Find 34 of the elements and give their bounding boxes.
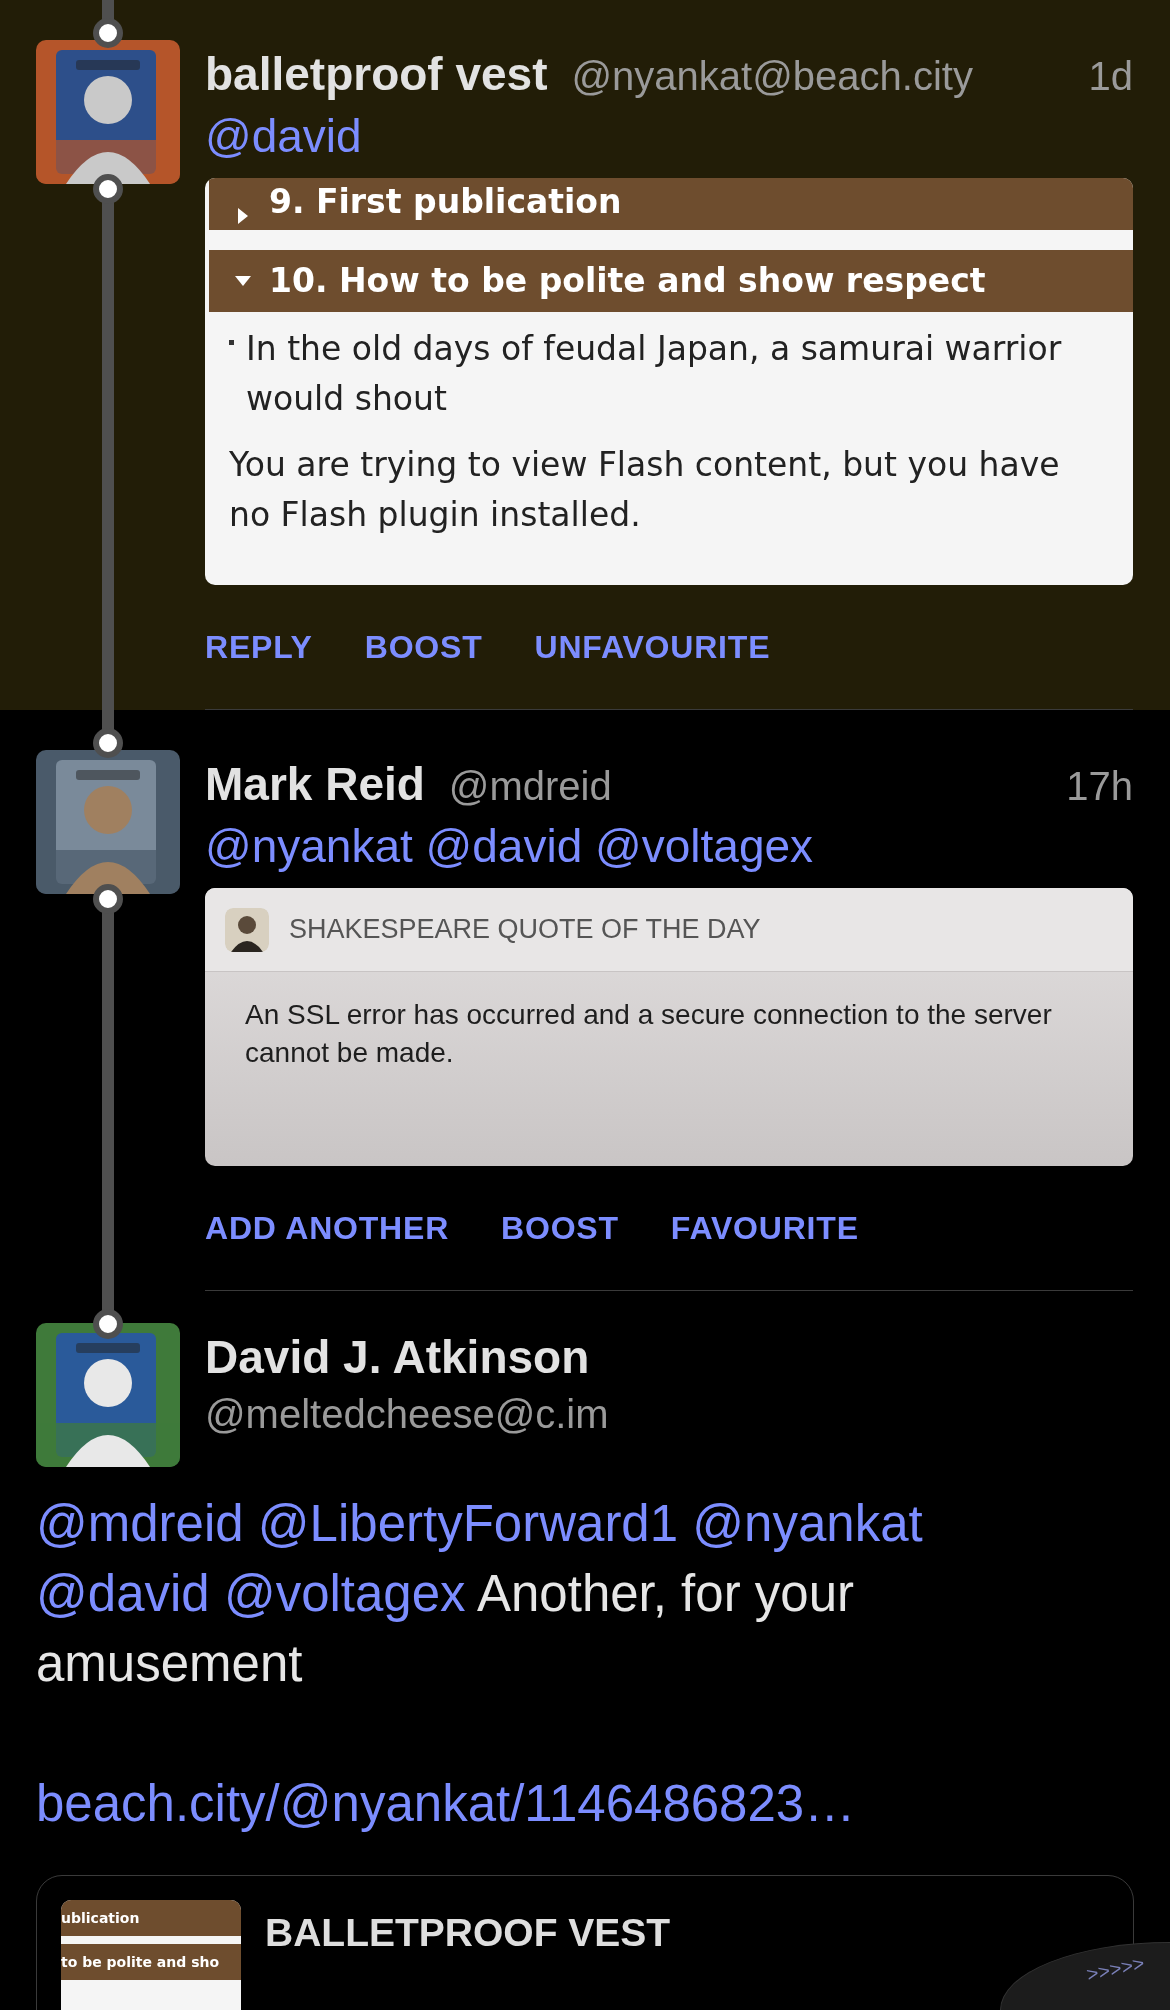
action-button[interactable]: BOOST: [364, 623, 483, 671]
notification-message: An SSL error has occurred and a secure connection to the server cannot be made.: [244, 998, 1053, 1070]
thread-node: [93, 174, 123, 204]
quote-title: BALLETPROOF VEST: [265, 1910, 671, 1956]
author-name[interactable]: Mark Reid: [205, 750, 425, 819]
author-name[interactable]: balletproof vest: [205, 40, 548, 109]
section-title: 10. How to be polite and show respect: [269, 260, 986, 303]
action-button[interactable]: BOOST: [501, 1204, 619, 1252]
app-name: SHAKESPEARE QUOTE OF THE DAY: [289, 913, 761, 947]
thread-node: [93, 884, 123, 914]
thread-node: [93, 728, 123, 758]
thread-node: [93, 1309, 123, 1339]
post-time: 1d: [1088, 53, 1133, 100]
author-handle: @meltedcheese@c.im: [205, 1391, 609, 1438]
thumbnail-text: to be polite and sho: [61, 1952, 220, 1972]
thumbnail-text: ublication: [61, 1908, 140, 1928]
action-button[interactable]: ADD ANOTHER: [205, 1204, 450, 1252]
author-name[interactable]: David J. Atkinson: [205, 1327, 609, 1387]
app-icon: [225, 907, 269, 952]
post-text: @mdreid @LibertyForward1 @nyankat @david @voltagex Another, for your amusement: [36, 1494, 924, 1694]
paragraph-text: You are trying to view Flash content, but you have no Flash plugin installed.: [228, 444, 1061, 536]
section-title: 9. First publication: [269, 180, 622, 223]
author-handle: @mdreid: [448, 763, 613, 810]
bullet-icon: [229, 340, 234, 345]
post-link[interactable]: beach.city/@nyankat/1146486823…: [36, 1769, 1134, 1839]
author-handle: @nyankat@beach.city: [571, 53, 974, 100]
mentions-text: @david: [205, 109, 363, 164]
action-button[interactable]: FAVOURITE: [670, 1204, 859, 1252]
action-button[interactable]: REPLY: [205, 623, 313, 671]
thread-node: [93, 18, 123, 48]
bullet-text: In the old days of feudal Japan, a samurai warrior would shout: [246, 328, 1063, 420]
action-button[interactable]: UNFAVOURITE: [534, 623, 771, 671]
mentions-text: @nyankat @david @voltagex: [205, 819, 815, 874]
post-time: 17h: [1066, 763, 1133, 810]
